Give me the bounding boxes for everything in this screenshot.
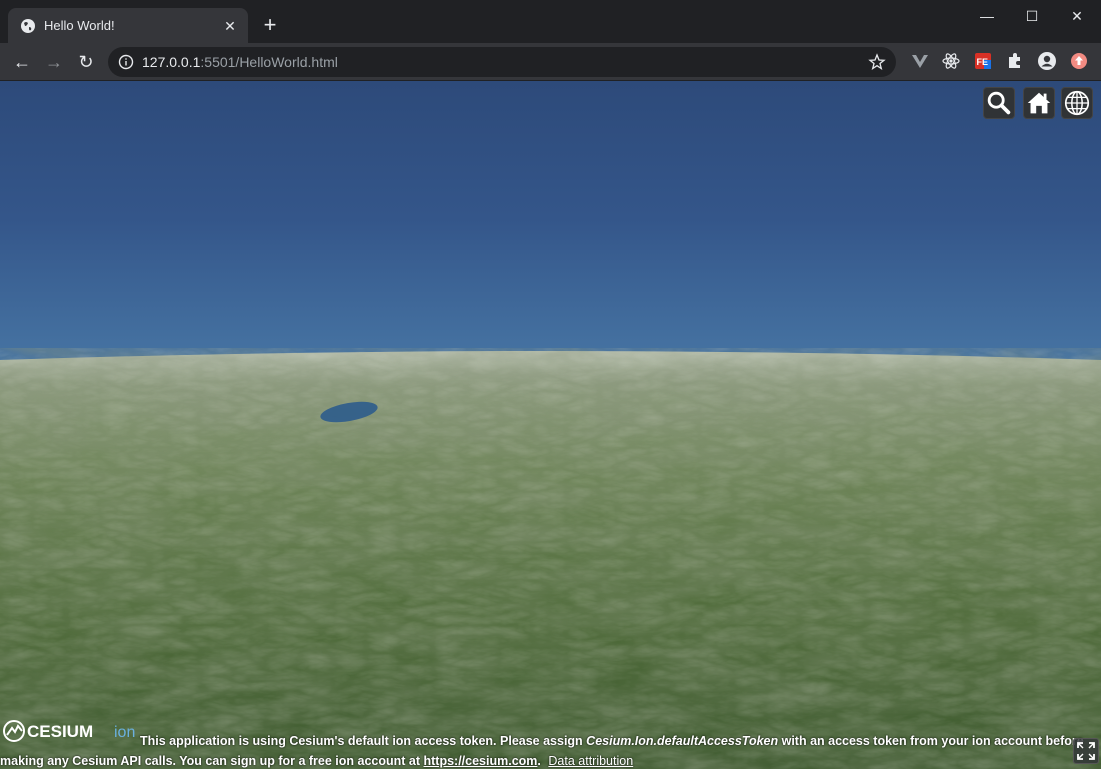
reload-icon[interactable]: ↻ <box>72 48 100 76</box>
scene-mode-button[interactable] <box>1061 87 1093 119</box>
update-icon[interactable] <box>1069 51 1089 71</box>
home-icon <box>1027 92 1051 114</box>
window-close-icon[interactable]: ✕ <box>1055 4 1099 28</box>
react-devtools-icon[interactable] <box>941 51 961 71</box>
profile-icon[interactable] <box>1037 51 1057 71</box>
terrain-globe[interactable] <box>0 348 1101 769</box>
forward-icon[interactable]: → <box>40 48 68 76</box>
token-warning-credit: This application is using Cesium's defau… <box>0 731 1095 769</box>
vue-devtools-icon[interactable] <box>910 51 930 71</box>
back-icon[interactable]: ← <box>8 48 36 76</box>
browser-toolbar: ← → ↻ 127.0.0.1:5501/HelloWorld.html FE <box>0 43 1101 81</box>
home-button[interactable] <box>1023 87 1055 119</box>
maximize-icon[interactable]: ☐ <box>1010 4 1054 28</box>
search-icon <box>987 91 1011 115</box>
minimize-icon[interactable]: — <box>965 4 1009 28</box>
svg-text:FE: FE <box>977 57 989 67</box>
puzzle-icon[interactable] <box>1005 51 1025 71</box>
credit-period: . <box>537 754 541 768</box>
url-host: 127.0.0.1 <box>142 54 201 70</box>
browser-tab[interactable]: Hello World! ✕ <box>8 8 248 43</box>
globe-icon <box>21 19 35 33</box>
address-bar[interactable]: 127.0.0.1:5501/HelloWorld.html <box>108 47 896 77</box>
info-icon[interactable] <box>118 54 134 70</box>
credit-part1: This application is using Cesium's defau… <box>140 734 587 748</box>
tab-strip: Hello World! ✕ + — ☐ ✕ <box>0 0 1101 43</box>
geocoder-search-button[interactable] <box>983 87 1015 119</box>
data-attribution-link[interactable]: Data attribution <box>548 754 633 768</box>
bookmark-star-icon[interactable] <box>868 53 886 71</box>
new-tab-icon[interactable]: + <box>258 14 282 38</box>
cesium-viewer[interactable]: CESIUM ion This application is using Ces… <box>0 81 1101 769</box>
cesium-link[interactable]: https://cesium.com <box>424 754 538 768</box>
url-path: :5501/HelloWorld.html <box>200 54 338 70</box>
fullscreen-button[interactable] <box>1073 738 1099 764</box>
url-text: 127.0.0.1:5501/HelloWorld.html <box>142 54 338 70</box>
credit-container: CESIUM ion This application is using Ces… <box>0 717 1101 769</box>
credit-code: Cesium.Ion.defaultAccessToken <box>586 734 779 748</box>
fe-helper-icon[interactable]: FE <box>973 51 993 71</box>
tab-title: Hello World! <box>44 18 115 33</box>
globe-icon <box>1064 90 1090 116</box>
fullscreen-icon <box>1077 742 1095 760</box>
tab-close-icon[interactable]: ✕ <box>220 16 240 36</box>
